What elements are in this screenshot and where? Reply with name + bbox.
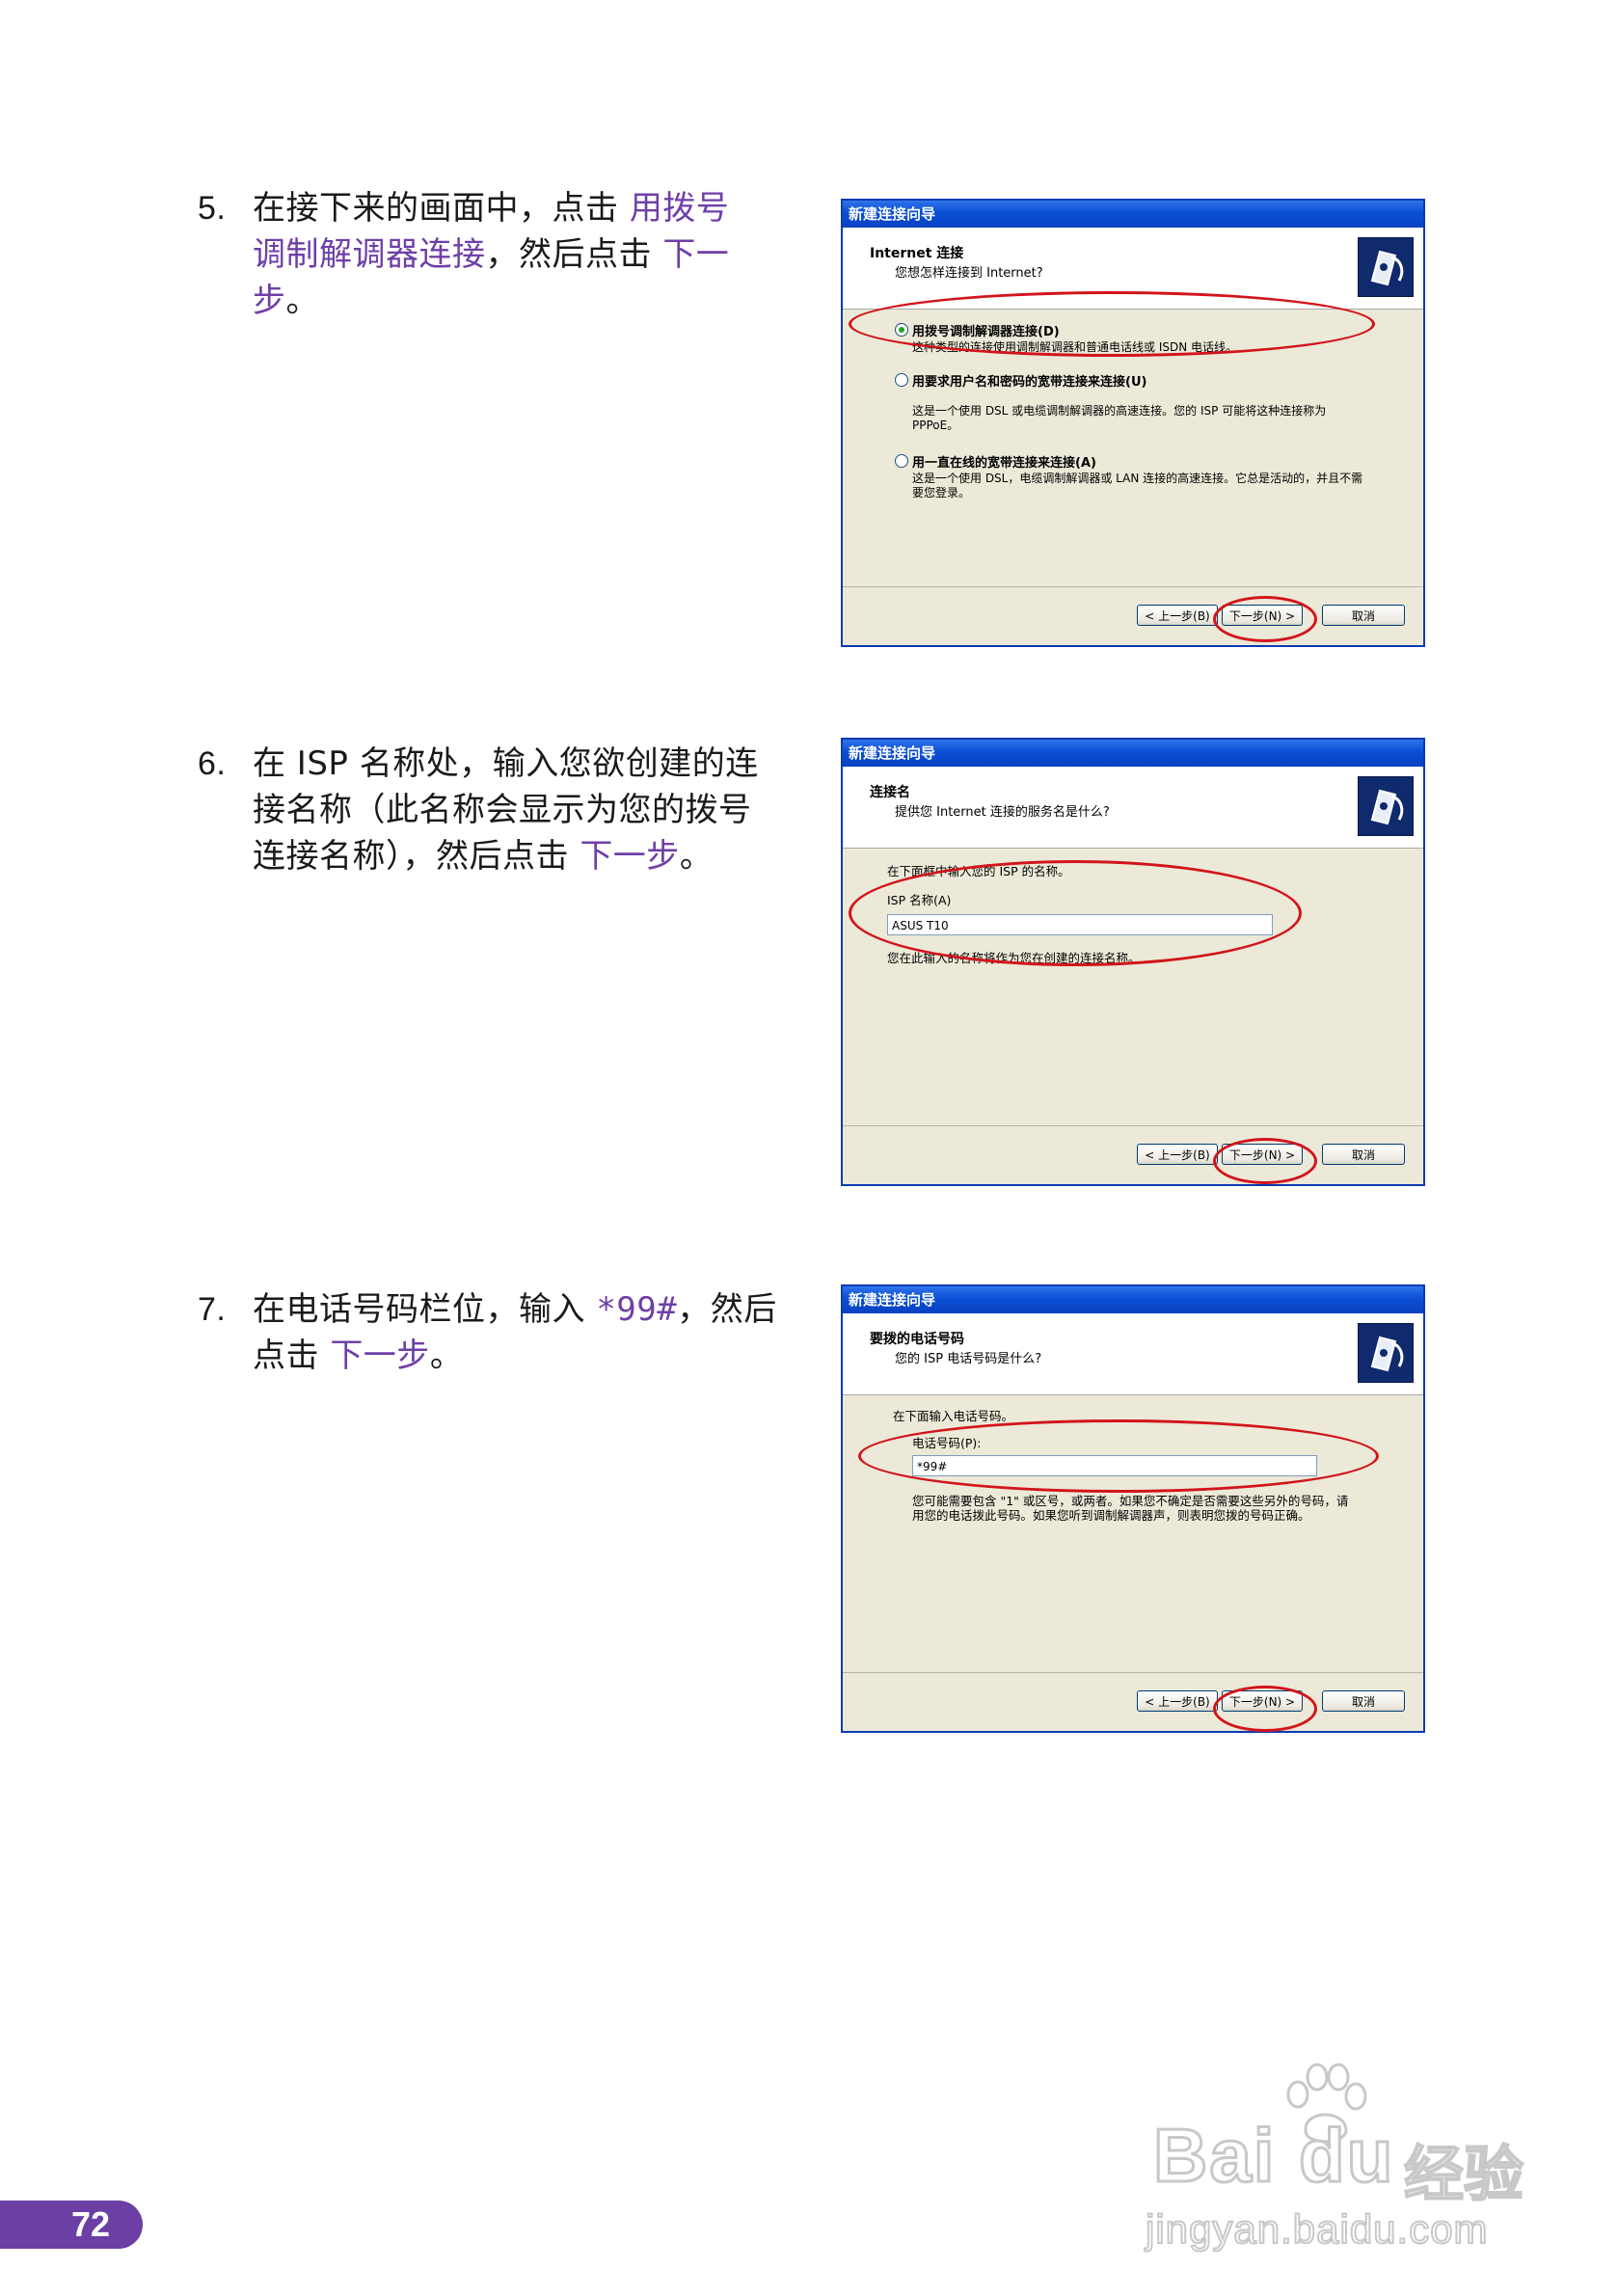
wizard-dialog-connection-type: 新建连接向导 Internet 连接 您想怎样连接到 Internet? 用拨号… xyxy=(841,199,1425,647)
dialog-title: 新建连接向导 xyxy=(843,201,1423,228)
step-number: 6. xyxy=(198,745,227,782)
step-text: 在电话号码栏位，输入 xyxy=(253,1290,597,1329)
radio-broadband-login[interactable] xyxy=(895,373,908,387)
highlight-term: 下一步 xyxy=(330,1337,430,1375)
back-button[interactable]: < 上一步(B) xyxy=(1137,605,1218,626)
step-5-text: 5. 在接下来的画面中，点击 用拨号 调制解调器连接，然后点击 下一 步。 xyxy=(198,185,796,324)
header-subtitle: 提供您 Internet 连接的服务名是什么? xyxy=(895,805,1110,820)
cancel-button[interactable]: 取消 xyxy=(1322,605,1405,626)
page-number: 72 xyxy=(0,2201,143,2249)
step-text: 。 xyxy=(679,837,714,876)
dialog-footer: < 上一步(B) 下一步(N) > 取消 xyxy=(843,1125,1423,1184)
header-title: Internet 连接 xyxy=(870,246,964,261)
dialog-header: 连接名 提供您 Internet 连接的服务名是什么? xyxy=(843,767,1423,849)
back-button[interactable]: < 上一步(B) xyxy=(1137,1690,1218,1712)
option-desc: 这是一个使用 DSL，电缆调制解调器或 LAN 连接的高速连接。它总是活动的，并… xyxy=(912,472,1363,500)
watermark-url: jingyan.baidu.com xyxy=(1145,2205,1489,2253)
highlight-term: 用拨号 xyxy=(629,189,730,228)
dialog-footer: < 上一步(B) 下一步(N) > 取消 xyxy=(843,1672,1423,1731)
watermark-brand: 经验 xyxy=(1403,2138,1524,2210)
step-text: 接名称（此名称会显示为您的拨号 xyxy=(253,791,752,829)
step-text: 在接下来的画面中，点击 xyxy=(253,189,630,228)
cancel-button[interactable]: 取消 xyxy=(1322,1690,1405,1712)
highlight-term: 步 xyxy=(253,282,286,320)
step-number: 7. xyxy=(198,1291,227,1328)
prompt-text: 在下面输入电话号码。 xyxy=(893,1409,1014,1423)
step-text: ，然后点击 xyxy=(485,235,663,274)
option-desc: 这是一个使用 DSL 或电缆调制解调器的高速连接。您的 ISP 可能将这种连接称… xyxy=(912,404,1327,432)
step-text: 。 xyxy=(429,1337,464,1375)
dialog-footer: < 上一步(B) 下一步(N) > 取消 xyxy=(843,586,1423,645)
radio-broadband-always-on[interactable] xyxy=(895,454,908,468)
option-label[interactable]: 用要求用户名和密码的宽带连接来连接(U) xyxy=(912,371,1146,390)
hint-text: 您可能需要包含 "1" 或区号，或两者。如果您不确定是否需要这些另外的号码，请用… xyxy=(912,1494,1349,1523)
header-title: 要拨的电话号码 xyxy=(870,1332,964,1347)
header-subtitle: 您想怎样连接到 Internet? xyxy=(895,266,1043,281)
step-text: 连接名称），然后点击 xyxy=(253,837,580,876)
highlight-term: 调制解调器连接 xyxy=(253,235,486,274)
annotation-circle xyxy=(1213,596,1317,642)
highlight-term: *99# xyxy=(596,1290,678,1329)
step-text: 。 xyxy=(285,282,319,320)
header-title: 连接名 xyxy=(870,785,910,800)
annotation-circle xyxy=(849,860,1302,966)
step-7-text: 7. 在电话号码栏位，输入 *99#，然后 点击 下一步。 xyxy=(198,1286,796,1379)
annotation-circle xyxy=(1213,1686,1317,1732)
baidu-jingyan-watermark: Bai du 经验 jingyan.baidu.com xyxy=(1145,2062,1558,2255)
back-button[interactable]: < 上一步(B) xyxy=(1137,1144,1218,1165)
network-wizard-icon xyxy=(1358,237,1414,297)
annotation-circle xyxy=(849,291,1375,357)
dialog-header: 要拨的电话号码 您的 ISP 电话号码是什么? xyxy=(843,1313,1423,1395)
header-subtitle: 您的 ISP 电话号码是什么? xyxy=(895,1352,1042,1366)
network-wizard-icon xyxy=(1358,1323,1414,1383)
dialog-title: 新建连接向导 xyxy=(843,740,1423,767)
step-text: 在 ISP 名称处，输入您欲创建的连 xyxy=(253,744,759,783)
step-number: 5. xyxy=(198,190,227,227)
highlight-term: 下一步 xyxy=(580,837,680,876)
annotation-circle xyxy=(1213,1138,1317,1184)
step-text: ，然后 xyxy=(677,1290,777,1329)
step-text: 点击 xyxy=(253,1337,331,1375)
watermark-logo: Bai du xyxy=(1151,2112,1395,2200)
cancel-button[interactable]: 取消 xyxy=(1322,1144,1405,1165)
step-6-text: 6. 在 ISP 名称处，输入您欲创建的连 接名称（此名称会显示为您的拨号 连接… xyxy=(198,741,796,879)
dialog-title: 新建连接向导 xyxy=(843,1286,1423,1313)
highlight-term: 下一 xyxy=(662,235,730,274)
network-wizard-icon xyxy=(1358,776,1414,836)
annotation-circle xyxy=(858,1419,1379,1493)
wizard-dialog-phone-number: 新建连接向导 要拨的电话号码 您的 ISP 电话号码是什么? 在下面输入电话号码… xyxy=(841,1284,1425,1733)
option-label[interactable]: 用一直在线的宽带连接来连接(A) xyxy=(912,452,1096,471)
